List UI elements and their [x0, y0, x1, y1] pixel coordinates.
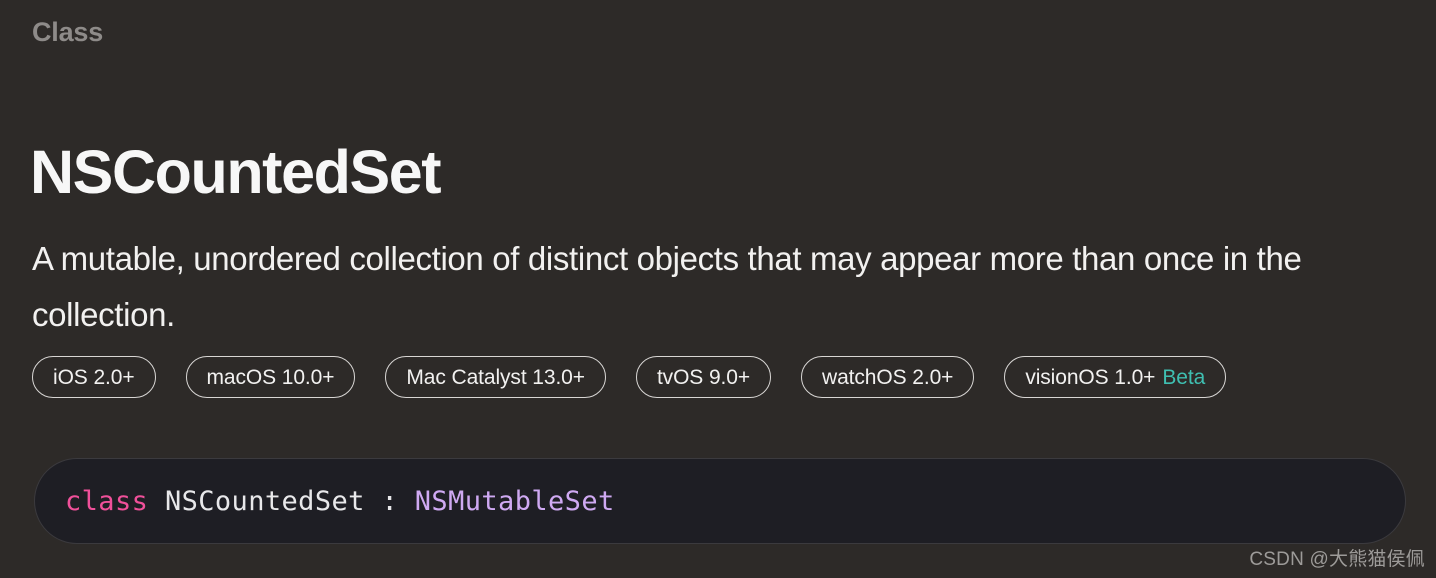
availability-badge-label: iOS 2.0+ [53, 365, 135, 389]
code-token-separator: : [364, 485, 415, 517]
code-token-supertype[interactable]: NSMutableSet [415, 486, 615, 517]
declaration-code-line: class NSCountedSet : NSMutableSet [65, 488, 615, 515]
code-token-identifier: NSCountedSet [164, 485, 365, 517]
availability-badge-tvos[interactable]: tvOS 9.0+ [635, 356, 772, 398]
beta-tag: Beta [1162, 365, 1206, 389]
availability-badge-visionos[interactable]: visionOS 1.0+ Beta [1004, 356, 1227, 398]
code-token-keyword: class [65, 485, 149, 517]
availability-badge-label: Mac Catalyst 13.0+ [406, 365, 585, 389]
symbol-abstract: A mutable, unordered collection of disti… [32, 240, 1302, 333]
availability-badge-list: iOS 2.0+ macOS 10.0+ Mac Catalyst 13.0+ … [32, 356, 1227, 398]
availability-badge-mac-catalyst[interactable]: Mac Catalyst 13.0+ [385, 356, 606, 398]
availability-badge-label: macOS 10.0+ [206, 365, 335, 389]
declaration-code-block[interactable]: class NSCountedSet : NSMutableSet [34, 458, 1406, 544]
availability-badge-label: tvOS 9.0+ [656, 365, 751, 389]
page-title: NSCountedSet [30, 137, 442, 206]
availability-badge-label: visionOS 1.0+ [1025, 365, 1156, 389]
symbol-kind-eyebrow: Class [32, 17, 104, 47]
documentation-page: Class NSCountedSet A mutable, unordered … [0, 0, 1436, 578]
availability-badge-label: watchOS 2.0+ [822, 365, 954, 389]
availability-badge-macos[interactable]: macOS 10.0+ [185, 356, 356, 398]
availability-badge-watchos[interactable]: watchOS 2.0+ [801, 356, 975, 398]
availability-badge-ios[interactable]: iOS 2.0+ [32, 356, 156, 398]
watermark: CSDN @大熊猫侯佩 [1249, 549, 1425, 571]
